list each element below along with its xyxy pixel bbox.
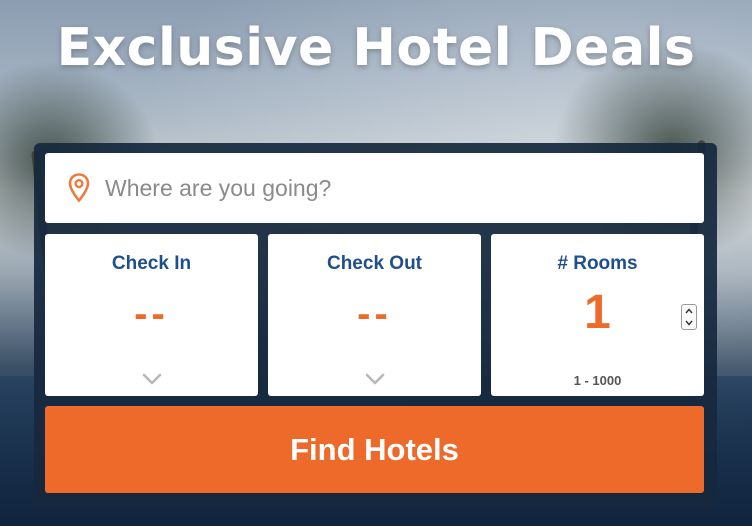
rooms-value[interactable]: 1 — [491, 285, 704, 341]
rooms-label: # Rooms — [557, 253, 638, 274]
stepper-down-icon[interactable] — [682, 317, 696, 329]
hero-section: Exclusive Hotel Deals Check In -- Check … — [0, 0, 752, 526]
rooms-range-hint: 1 - 1000 — [573, 373, 622, 388]
chevron-down-icon[interactable] — [364, 372, 386, 386]
map-pin-icon — [67, 172, 91, 204]
check-out-picker[interactable]: Check Out -- — [268, 234, 481, 396]
check-in-label: Check In — [111, 253, 192, 274]
find-hotels-button[interactable]: Find Hotels — [45, 406, 704, 493]
check-in-picker[interactable]: Check In -- — [45, 234, 258, 396]
hotel-search-widget: Check In -- Check Out -- # Rooms 1 — [34, 143, 717, 508]
chevron-down-icon[interactable] — [141, 372, 163, 386]
check-out-value: -- — [357, 292, 392, 336]
check-in-value: -- — [134, 292, 169, 336]
destination-input[interactable] — [103, 173, 667, 203]
page-title: Exclusive Hotel Deals — [56, 18, 696, 78]
check-out-label: Check Out — [326, 253, 423, 274]
rooms-stepper[interactable] — [681, 304, 697, 330]
rooms-picker[interactable]: # Rooms 1 1 - 1000 — [491, 234, 704, 396]
destination-search-box[interactable] — [45, 153, 704, 223]
stepper-up-icon[interactable] — [682, 305, 696, 317]
